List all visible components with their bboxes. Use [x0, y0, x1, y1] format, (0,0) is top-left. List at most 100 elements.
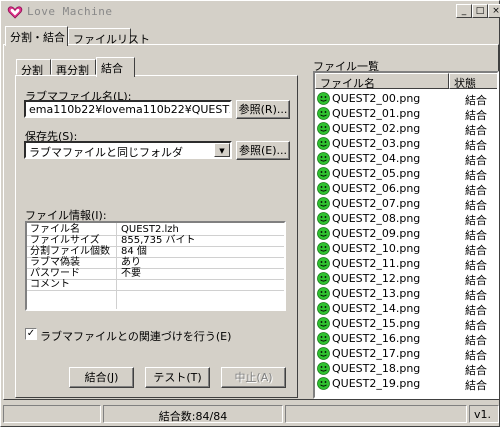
love-file-input[interactable]: ema110b22¥lovema110b22¥QUEST2_lvm.png: [24, 100, 232, 118]
status-bar: 結合数:84/84 v1.: [3, 405, 499, 425]
file-name: QUEST2_03.png: [332, 137, 421, 150]
file-name: QUEST2_11.png: [332, 257, 421, 270]
list-item[interactable]: QUEST2_09.png 結合: [315, 226, 497, 242]
close-button[interactable]: ×: [488, 4, 500, 18]
file-name: QUEST2_10.png: [332, 242, 421, 255]
list-item[interactable]: QUEST2_16.png 結合: [315, 331, 497, 347]
info-value: 855,735 バイト: [121, 235, 196, 246]
smiley-icon: [317, 242, 330, 255]
file-info-grid: ファイル名 QUEST2.lzh ファイルサイズ 855,735 バイト 分割ファイル個…: [25, 221, 286, 311]
info-key: パスワード: [30, 268, 80, 279]
save-to-value: ラブマファイルと同じフォルダ: [29, 146, 183, 159]
column-header-name[interactable]: ファイル名: [315, 73, 449, 90]
heart-logo-icon: [7, 6, 23, 19]
list-item[interactable]: QUEST2_01.png 結合: [315, 106, 497, 122]
associate-label[interactable]: ラブマファイルとの関連づけを行う(E): [40, 328, 231, 344]
status-panel-right: [285, 405, 467, 423]
tab-split-join[interactable]: 分割・結合: [5, 26, 68, 46]
maximize-button[interactable]: □: [472, 4, 488, 18]
smiley-icon: [317, 272, 330, 285]
test-button[interactable]: テスト(T): [145, 367, 210, 388]
list-item[interactable]: QUEST2_05.png 結合: [315, 166, 497, 182]
smiley-icon: [317, 362, 330, 375]
info-value: 不要: [121, 268, 141, 279]
list-item[interactable]: QUEST2_19.png 結合: [315, 376, 497, 392]
smiley-icon: [317, 347, 330, 360]
tab-join[interactable]: 結合: [96, 57, 135, 77]
join-count: 結合数:84/84: [103, 405, 283, 423]
info-value: あり: [121, 257, 141, 268]
smiley-icon: [317, 302, 330, 315]
smiley-icon: [317, 122, 330, 135]
info-key: ラブマ偽装: [30, 257, 80, 268]
file-name: QUEST2_12.png: [332, 272, 421, 285]
browse-save-button[interactable]: 参照(E)...: [236, 141, 290, 160]
smiley-icon: [317, 197, 330, 210]
smiley-icon: [317, 92, 330, 105]
file-name: QUEST2_19.png: [332, 377, 421, 390]
file-name: QUEST2_02.png: [332, 122, 421, 135]
join-button[interactable]: 結合(J): [69, 367, 134, 388]
tab-split[interactable]: 分割: [16, 59, 51, 77]
list-item[interactable]: QUEST2_02.png 結合: [315, 121, 497, 137]
list-item[interactable]: QUEST2_08.png 結合: [315, 211, 497, 227]
file-name: QUEST2_09.png: [332, 227, 421, 240]
info-row: コメント: [27, 280, 284, 291]
list-item[interactable]: QUEST2_13.png 結合: [315, 286, 497, 302]
chevron-down-icon[interactable]: ▼: [214, 143, 230, 157]
file-name: QUEST2_01.png: [332, 107, 421, 120]
list-item[interactable]: QUEST2_18.png 結合: [315, 361, 497, 377]
file-name: QUEST2_18.png: [332, 362, 421, 375]
file-name: QUEST2_14.png: [332, 302, 421, 315]
browse-love-file-button[interactable]: 参照(R)...: [236, 100, 290, 119]
version-label: v1.: [469, 405, 499, 423]
save-to-select[interactable]: ラブマファイルと同じフォルダ ▼: [24, 141, 232, 159]
list-item[interactable]: QUEST2_04.png 結合: [315, 151, 497, 167]
file-status: 結合: [465, 379, 487, 392]
smiley-icon: [317, 212, 330, 225]
file-name: QUEST2_17.png: [332, 347, 421, 360]
smiley-icon: [317, 227, 330, 240]
stop-button: 中止(A): [221, 367, 286, 388]
smiley-icon: [317, 137, 330, 150]
smiley-icon: [317, 377, 330, 390]
list-item[interactable]: QUEST2_06.png 結合: [315, 181, 497, 197]
file-name: QUEST2_05.png: [332, 167, 421, 180]
info-key: ファイル名: [30, 224, 80, 235]
list-item[interactable]: QUEST2_14.png 結合: [315, 301, 497, 317]
list-item[interactable]: QUEST2_00.png 結合: [315, 91, 497, 107]
app-window: Love Machine _ □ × 分割・結合 ファイルリスト 分割 再分割 …: [0, 0, 500, 427]
smiley-icon: [317, 182, 330, 195]
file-name: QUEST2_00.png: [332, 92, 421, 105]
info-value: 84 個: [121, 246, 147, 257]
list-item[interactable]: QUEST2_07.png 結合: [315, 196, 497, 212]
smiley-icon: [317, 332, 330, 345]
file-name: QUEST2_04.png: [332, 152, 421, 165]
associate-checkbox[interactable]: ✓: [25, 328, 37, 340]
info-key: ファイルサイズ: [30, 235, 100, 246]
list-item[interactable]: QUEST2_03.png 結合: [315, 136, 497, 152]
smiley-icon: [317, 287, 330, 300]
info-key: コメント: [30, 279, 70, 290]
list-item[interactable]: QUEST2_11.png 結合: [315, 256, 497, 272]
list-item[interactable]: QUEST2_15.png 結合: [315, 316, 497, 332]
file-name: QUEST2_08.png: [332, 212, 421, 225]
column-header-status[interactable]: 状態: [449, 73, 497, 90]
smiley-icon: [317, 257, 330, 270]
file-name: QUEST2_13.png: [332, 287, 421, 300]
tab-file-list[interactable]: ファイルリスト: [68, 28, 150, 46]
minimize-button[interactable]: _: [456, 4, 472, 18]
title-bar[interactable]: Love Machine _ □ ×: [3, 3, 500, 21]
list-item[interactable]: QUEST2_10.png 結合: [315, 241, 497, 257]
file-name: QUEST2_06.png: [332, 182, 421, 195]
smiley-icon: [317, 107, 330, 120]
file-list[interactable]: ファイル名 状態 QUEST2_00.png 結合 QUEST2_01.png 結合 Q…: [313, 71, 499, 399]
status-panel-left: [3, 405, 101, 423]
list-item[interactable]: QUEST2_12.png 結合: [315, 271, 497, 287]
smiley-icon: [317, 167, 330, 180]
file-name: QUEST2_07.png: [332, 197, 421, 210]
file-name: QUEST2_16.png: [332, 332, 421, 345]
smiley-icon: [317, 152, 330, 165]
tab-resplit[interactable]: 再分割: [51, 59, 96, 77]
list-item[interactable]: QUEST2_17.png 結合: [315, 346, 497, 362]
